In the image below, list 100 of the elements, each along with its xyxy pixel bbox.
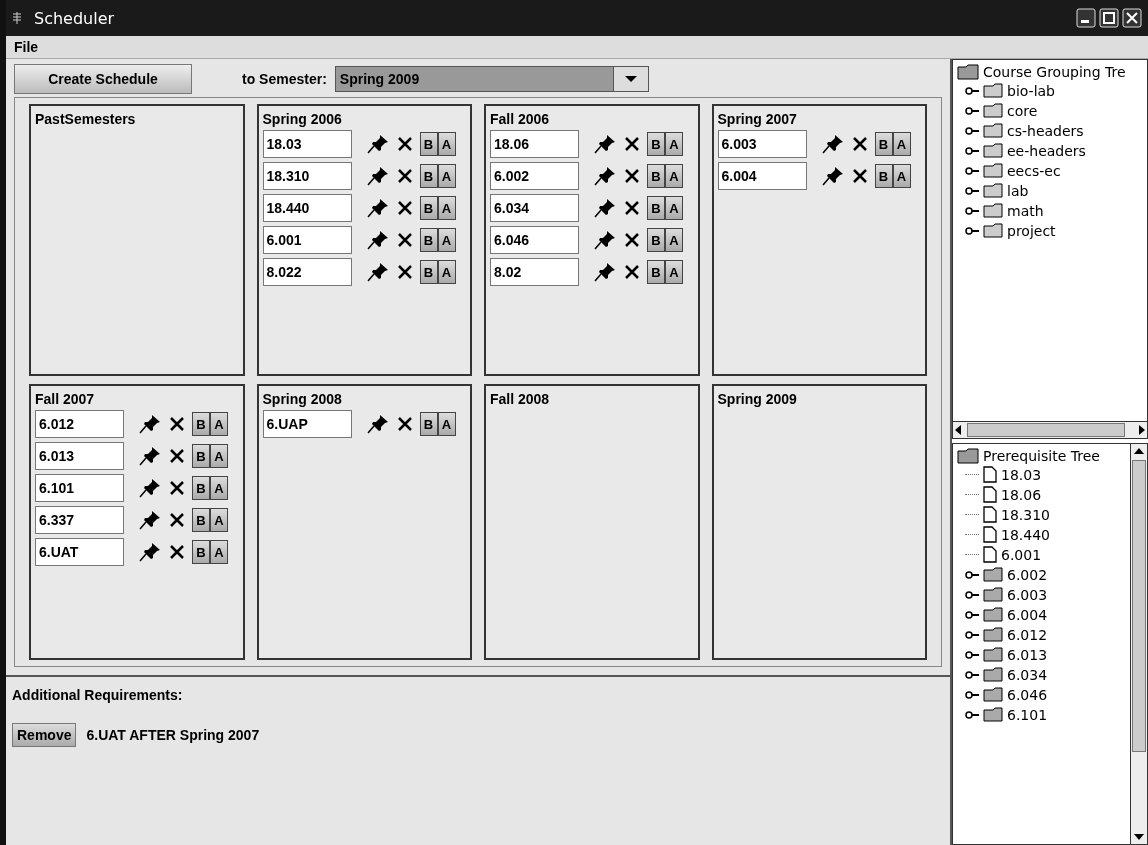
remove-icon[interactable]	[170, 513, 184, 527]
course-field[interactable]: 6.001	[262, 226, 352, 254]
tree-item[interactable]: 6.046	[1007, 686, 1048, 703]
caret-icon[interactable]	[612, 67, 648, 91]
tree-item[interactable]: 6.004	[1007, 606, 1048, 623]
remove-icon[interactable]	[397, 137, 412, 151]
tree-item[interactable]: eecs-ec	[1007, 162, 1061, 179]
course-field[interactable]: 18.06	[490, 130, 579, 158]
course-field[interactable]: 6.UAT	[35, 538, 124, 566]
create-schedule-button[interactable]: Create Schedule	[14, 64, 192, 94]
collapsed-handle-icon[interactable]	[965, 205, 979, 216]
pushpin-icon[interactable]	[820, 133, 845, 155]
pushpin-icon[interactable]	[593, 133, 617, 155]
after-button[interactable]: A	[665, 196, 683, 220]
collapsed-handle-icon[interactable]	[965, 105, 979, 116]
tree-item[interactable]: project	[1007, 222, 1056, 239]
course-field[interactable]: 6.013	[35, 442, 124, 470]
collapsed-handle-icon[interactable]	[965, 145, 979, 156]
remove-icon[interactable]	[852, 169, 867, 183]
pushpin-icon[interactable]	[365, 261, 390, 283]
remove-icon[interactable]	[397, 169, 412, 183]
before-button[interactable]: B	[647, 228, 665, 252]
close-icon[interactable]	[1122, 8, 1142, 28]
remove-icon[interactable]	[170, 417, 184, 431]
tree-item[interactable]: core	[1007, 102, 1038, 119]
collapsed-handle-icon[interactable]	[965, 125, 979, 136]
pushpin-icon[interactable]	[593, 229, 617, 251]
collapsed-handle-icon[interactable]	[965, 225, 979, 236]
remove-icon[interactable]	[397, 233, 412, 247]
before-button[interactable]: B	[419, 164, 438, 188]
tree-item[interactable]: 6.001	[1001, 546, 1042, 563]
tree-root-label[interactable]: Prerequisite Tree	[983, 448, 1100, 464]
collapsed-handle-icon[interactable]	[965, 629, 979, 640]
remove-icon[interactable]	[625, 169, 639, 183]
before-button[interactable]: B	[192, 412, 210, 436]
after-button[interactable]: A	[210, 444, 228, 468]
remove-icon[interactable]	[170, 545, 184, 559]
maximize-icon[interactable]	[1099, 8, 1119, 28]
after-button[interactable]: A	[210, 508, 228, 532]
remove-icon[interactable]	[625, 201, 639, 215]
before-button[interactable]: B	[647, 164, 665, 188]
pushpin-icon[interactable]	[593, 165, 617, 187]
collapsed-handle-icon[interactable]	[965, 649, 979, 660]
tree-item[interactable]: 6.101	[1007, 706, 1048, 723]
tree-item[interactable]: math	[1007, 202, 1044, 219]
pushpin-icon[interactable]	[138, 445, 162, 467]
collapsed-handle-icon[interactable]	[965, 669, 979, 680]
scroll-left-icon[interactable]	[953, 424, 963, 436]
minimize-icon[interactable]	[1076, 8, 1096, 28]
collapsed-handle-icon[interactable]	[965, 185, 979, 196]
remove-icon[interactable]	[625, 137, 639, 151]
tree-item[interactable]: ee-headers	[1007, 142, 1086, 159]
vertical-scrollbar[interactable]	[1130, 444, 1147, 844]
scroll-right-icon[interactable]	[1137, 424, 1147, 436]
after-button[interactable]: A	[210, 412, 228, 436]
after-button[interactable]: A	[210, 540, 228, 564]
after-button[interactable]: A	[210, 476, 228, 500]
collapsed-handle-icon[interactable]	[965, 569, 979, 580]
before-button[interactable]: B	[192, 444, 210, 468]
remove-icon[interactable]	[852, 137, 867, 151]
pushpin-icon[interactable]	[820, 165, 845, 187]
before-button[interactable]: B	[647, 196, 665, 220]
pushpin-icon[interactable]	[365, 165, 390, 187]
course-field[interactable]: 6.002	[490, 162, 579, 190]
collapsed-handle-icon[interactable]	[965, 689, 979, 700]
tree-item[interactable]: 6.002	[1007, 566, 1048, 583]
pushpin-icon[interactable]	[138, 413, 162, 435]
horizontal-scrollbar[interactable]	[953, 421, 1147, 438]
pushpin-icon[interactable]	[138, 509, 162, 531]
course-field[interactable]: 6.UAP	[262, 410, 352, 438]
after-button[interactable]: A	[665, 260, 683, 284]
tree-item[interactable]: 18.440	[1001, 526, 1050, 543]
pushpin-icon[interactable]	[365, 413, 390, 435]
course-field[interactable]: 6.337	[35, 506, 124, 534]
tree-item[interactable]: 6.012	[1007, 626, 1048, 643]
before-button[interactable]: B	[192, 540, 210, 564]
after-button[interactable]: A	[665, 164, 683, 188]
before-button[interactable]: B	[647, 132, 665, 156]
before-button[interactable]: B	[192, 508, 210, 532]
tree-item[interactable]: 6.003	[1007, 586, 1048, 603]
course-field[interactable]: 18.03	[262, 130, 352, 158]
course-field[interactable]: 8.02	[490, 258, 579, 286]
after-button[interactable]: A	[665, 228, 683, 252]
before-button[interactable]: B	[192, 476, 210, 500]
before-button[interactable]: B	[874, 164, 893, 188]
remove-icon[interactable]	[397, 201, 412, 215]
course-field[interactable]: 6.046	[490, 226, 579, 254]
tree-item[interactable]: 6.013	[1007, 646, 1048, 663]
remove-button[interactable]: Remove	[12, 723, 77, 747]
tree-item[interactable]: 18.03	[1001, 466, 1042, 483]
pushpin-icon[interactable]	[365, 197, 390, 219]
tree-item[interactable]: 18.06	[1001, 486, 1042, 503]
collapsed-handle-icon[interactable]	[965, 165, 979, 176]
pushpin-icon[interactable]	[138, 541, 162, 563]
tree-item[interactable]: cs-headers	[1007, 122, 1084, 139]
before-button[interactable]: B	[419, 412, 438, 436]
collapsed-handle-icon[interactable]	[965, 85, 979, 96]
semester-dropdown[interactable]: Spring 2009	[334, 66, 649, 92]
course-field[interactable]: 6.101	[35, 474, 124, 502]
before-button[interactable]: B	[874, 132, 893, 156]
